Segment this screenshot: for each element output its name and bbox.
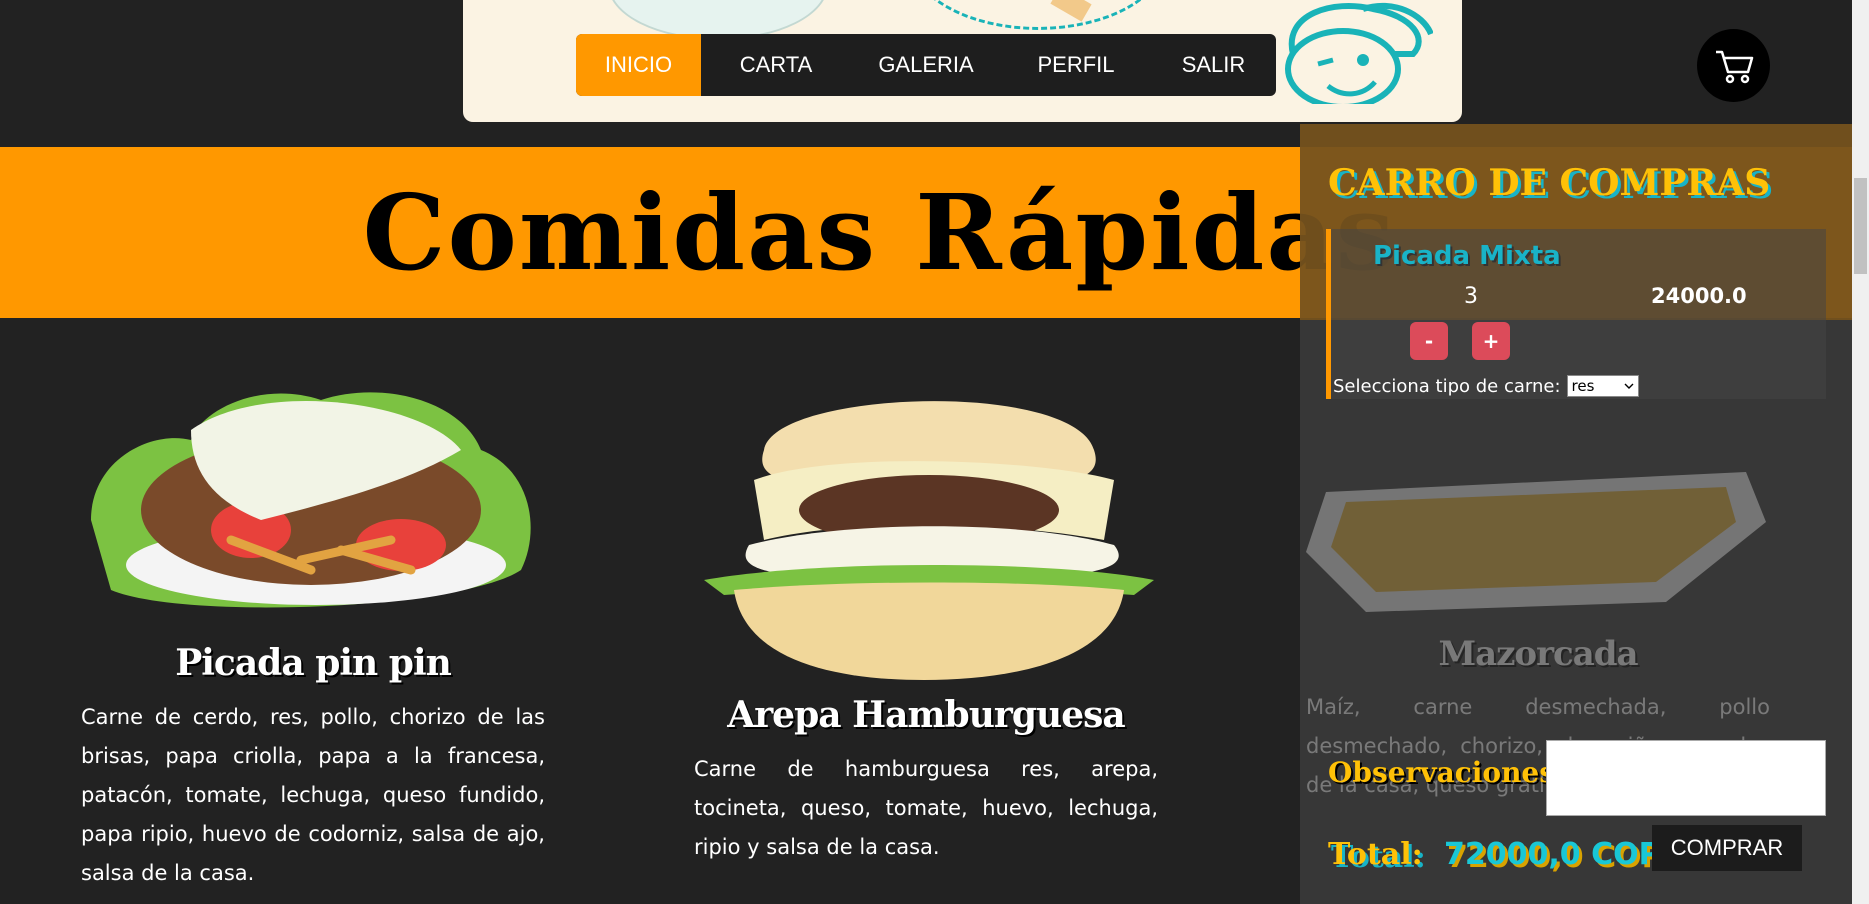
meat-type-select[interactable]: res xyxy=(1566,375,1639,397)
main-nav: INICIO CARTA GALERIA PERFIL SALIR xyxy=(576,34,1276,96)
product-name: Picada pin pin xyxy=(175,642,452,684)
product-image xyxy=(91,392,531,608)
meat-type-label: Selecciona tipo de carne: xyxy=(1333,375,1561,397)
cart-title: CARRO DE COMPRAS xyxy=(1328,162,1771,204)
dashed-ring-illustration xyxy=(908,0,1168,30)
decrease-quantity-button[interactable]: - xyxy=(1410,322,1448,360)
product-image xyxy=(1306,472,1766,612)
page: INICIO CARTA GALERIA PERFIL SALIR Comida… xyxy=(0,0,1869,904)
nav-item-inicio[interactable]: INICIO xyxy=(576,34,701,96)
meat-type-selected: res xyxy=(1571,377,1595,395)
section-title: Comidas Rápidas xyxy=(362,171,1397,294)
product-image xyxy=(704,401,1154,680)
buy-button[interactable]: COMPRAR xyxy=(1652,825,1802,871)
cart-panel: Mazorcada Maíz, carne desmechada, pollo … xyxy=(1300,124,1852,904)
scrollbar-thumb[interactable] xyxy=(1854,178,1867,274)
product-name: Arepa Hamburguesa xyxy=(727,694,1125,736)
increase-quantity-button[interactable]: + xyxy=(1472,322,1510,360)
product-card: Arepa Hamburguesa Carne de hamburguesa r… xyxy=(694,370,1158,867)
chevron-down-icon xyxy=(1624,383,1634,389)
nav-item-galeria[interactable]: GALERIA xyxy=(851,34,1001,96)
observations-textarea[interactable] xyxy=(1546,740,1826,816)
page-scrollbar[interactable] xyxy=(1852,0,1869,904)
cart-item: Picada Mixta 3 24000.0 - + Selecciona ti… xyxy=(1326,229,1826,399)
total-label: Total: xyxy=(1328,837,1423,872)
cart-button[interactable] xyxy=(1697,29,1770,102)
nav-item-perfil[interactable]: PERFIL xyxy=(1001,34,1151,96)
cart-item-name: Picada Mixta xyxy=(1373,241,1561,271)
product-card: Picada pin pin Carne de cerdo, res, poll… xyxy=(81,370,545,893)
total-value: 72000,0 COP xyxy=(1444,837,1661,872)
mascot-logo xyxy=(1285,2,1433,104)
product-name: Mazorcada xyxy=(1438,634,1638,674)
meat-type-row: Selecciona tipo de carne: res xyxy=(1333,375,1639,397)
nav-item-salir[interactable]: SALIR xyxy=(1151,34,1276,96)
shopping-cart-icon xyxy=(1715,50,1753,83)
cart-item-price: 24000.0 xyxy=(1651,284,1747,308)
observations-label: Observaciones: xyxy=(1328,756,1566,789)
cart-item-quantity: 3 xyxy=(1464,284,1478,309)
product-description: Carne de cerdo, res, pollo, chorizo de l… xyxy=(81,705,545,885)
nav-item-carta[interactable]: CARTA xyxy=(701,34,851,96)
product-description: Carne de hamburguesa res, arepa, tocinet… xyxy=(694,757,1158,859)
